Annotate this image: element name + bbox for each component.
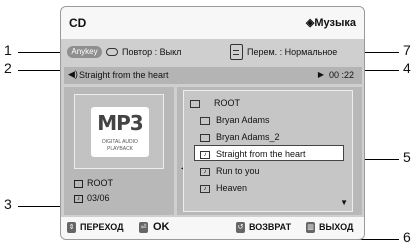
mode-label: ◈Музыка [305,17,356,29]
callout-2: 2 [4,60,12,76]
move-hint[interactable]: ПЕРЕХОД [80,222,124,232]
music-note-icon: ♪ [74,194,83,203]
list-item-track-selected[interactable]: ♪ Straight from the heart [194,145,344,161]
folder-icon [74,179,83,188]
footer-bar: ⇕ ПЕРЕХОД ⏎ OK ↺ ВОЗВРАТ ▥ ВЫХОД [61,217,364,239]
list-item-track[interactable]: ♪ Run to you [200,163,260,179]
exit-hint[interactable]: ВЫХОД [319,222,353,232]
track-position: ♪ 03/06 [74,193,110,203]
leader-line-1 [18,52,66,53]
info-panel: MP3 DIGITAL AUDIO PLAYBACK ROOT ♪ 03/06 [64,87,174,215]
anykey-button[interactable]: Anykey [67,46,102,58]
leader-line-6 [356,239,399,240]
callout-3: 3 [4,196,12,212]
callout-5: 5 [403,149,411,165]
callout-1: 1 [4,42,12,58]
list-item-folder[interactable]: Bryan Adams_2 [200,129,280,145]
file-list[interactable]: ROOT Bryan Adams Bryan Adams_2 ♪ Straight… [183,90,353,212]
mp3-logo: MP3 DIGITAL AUDIO PLAYBACK [91,107,149,157]
callout-6: 6 [403,229,411,245]
music-note-icon: ♪ [200,150,210,159]
file-browser-panel: ◀ ROOT Bryan Adams Bryan Adams_2 ♪Straig… [177,87,362,215]
format-logo-box: MP3 DIGITAL AUDIO PLAYBACK [74,94,164,169]
elapsed-time: 00 :22 [328,70,354,80]
repeat-icon [106,48,118,56]
header: CD ◈Музыка [61,7,364,39]
move-key-icon: ⇕ [67,222,76,233]
scroll-down-icon[interactable]: ▼ [340,198,348,207]
return-key-icon: ↺ [236,222,245,233]
ok-hint[interactable]: OK [153,221,170,233]
screen-title: CD [69,16,87,30]
options-row: Anykey Повтор : Выкл Перем. : Нормальное [61,41,364,65]
exit-key-icon: ▥ [306,222,315,233]
callout-7: 7 [403,42,411,58]
list-item-track[interactable]: ♪ Heaven [200,180,247,196]
enter-key-icon: ⏎ [139,222,148,233]
cd-music-screen: CD ◈Музыка Anykey Повтор : Выкл Перем. :… [60,6,365,240]
leader-line-3 [18,206,64,207]
folder-icon [200,133,210,142]
callout-4: 4 [403,60,411,76]
speaker-icon: ◀) [68,69,78,79]
now-playing-bar: ◀) Straight from the heart ▶ 00 :22 [64,67,362,84]
folder-icon [200,116,210,125]
return-hint[interactable]: ВОЗВРАТ [249,222,291,232]
list-item-root[interactable]: ROOT [190,95,240,111]
music-note-icon: ♪ [200,184,210,193]
now-playing-track: Straight from the heart [79,70,169,80]
list-item-folder[interactable]: Bryan Adams [200,112,270,128]
music-note-icon: ♪ [200,167,210,176]
repeat-status[interactable]: Повтор : Выкл [122,47,181,57]
play-icon: ▶ [317,70,324,79]
shuffle-icon [230,44,243,60]
folder-open-icon [190,99,200,108]
current-folder: ROOT [74,178,113,188]
leader-line-2 [18,70,66,71]
shuffle-status[interactable]: Перем. : Нормальное [247,47,337,57]
